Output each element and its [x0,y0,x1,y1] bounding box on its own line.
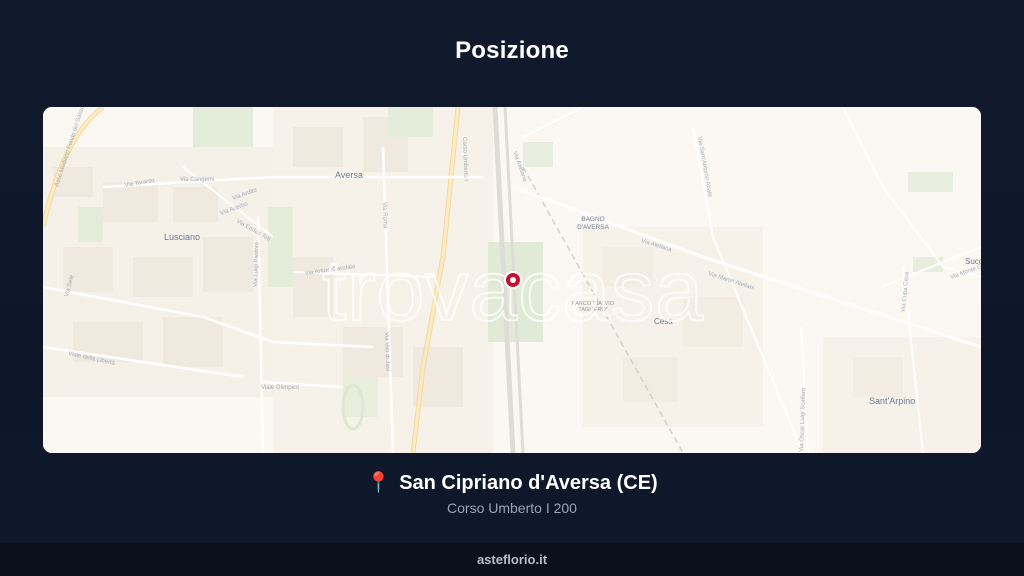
location-name: San Cipriano d'Aversa (CE) [399,472,658,494]
location-title: 📍 San Cipriano d'Aversa (CE) [0,470,1024,495]
map-canvas[interactable]: Corso Umberto I Via Atellana Via Atellan… [43,107,981,453]
map-pin-icon: 📍 [366,472,392,494]
location-marker[interactable] [504,271,522,289]
footer: asteflorio.it [0,543,1024,576]
footer-site[interactable]: asteflorio.it [477,552,547,567]
watermark-logo: trovacasa [322,243,704,339]
location-address: Corso Umberto I 200 [447,500,577,516]
page-title: Posizione [455,37,569,64]
map-view[interactable]: Corso Umberto I Via Atellana Via Atellan… [43,107,981,453]
